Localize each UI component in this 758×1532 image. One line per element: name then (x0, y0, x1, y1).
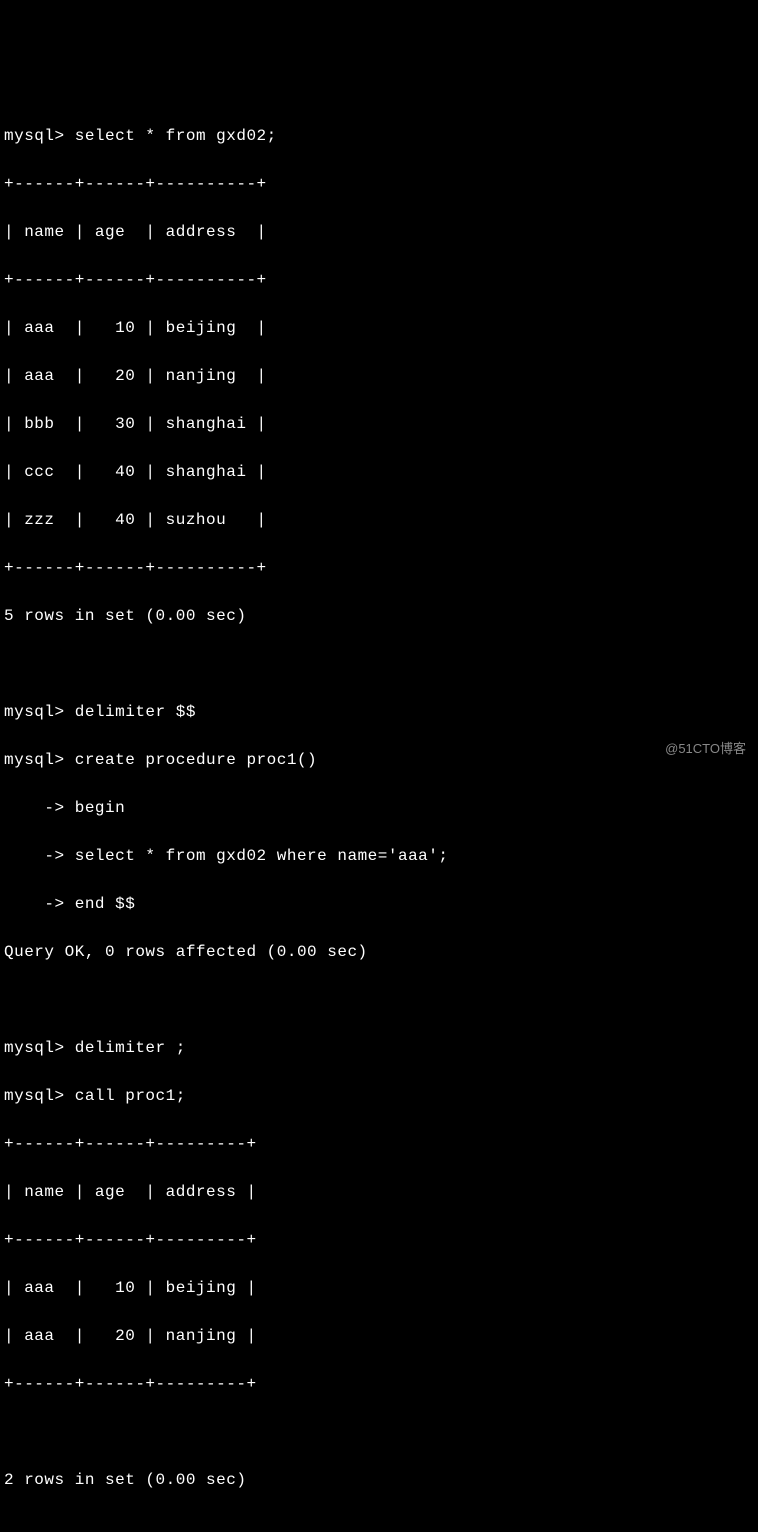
table-header: | name | age | address | (4, 220, 754, 244)
prompt: mysql> (4, 703, 65, 721)
table-border: +------+------+---------+ (4, 1228, 754, 1252)
command-continuation: -> end $$ (4, 892, 754, 916)
sql-command: begin (75, 799, 126, 817)
command-continuation: -> begin (4, 796, 754, 820)
table-header: | name | age | address | (4, 1180, 754, 1204)
table-row: | aaa | 20 | nanjing | (4, 1324, 754, 1348)
mysql-terminal[interactable]: mysql> select * from gxd02; +------+----… (4, 100, 754, 1532)
sql-command: delimiter $$ (75, 703, 196, 721)
blank-line (4, 1516, 754, 1532)
prompt: mysql> (4, 1039, 65, 1057)
command-line: mysql> delimiter ; (4, 1036, 754, 1060)
result-status: Query OK, 0 rows affected (0.00 sec) (4, 940, 754, 964)
sql-command: end $$ (75, 895, 136, 913)
table-border: +------+------+----------+ (4, 172, 754, 196)
blank-line (4, 652, 754, 676)
command-continuation: -> select * from gxd02 where name='aaa'; (4, 844, 754, 868)
table-row: | aaa | 20 | nanjing | (4, 364, 754, 388)
prompt: mysql> (4, 1087, 65, 1105)
watermark-text: @51CTO博客 (665, 739, 746, 759)
command-line: mysql> call proc1; (4, 1084, 754, 1108)
table-row: | aaa | 10 | beijing | (4, 316, 754, 340)
cont-prompt: -> (4, 799, 65, 817)
cont-prompt: -> (4, 847, 65, 865)
table-border: +------+------+----------+ (4, 556, 754, 580)
blank-line (4, 1420, 754, 1444)
table-row: | aaa | 10 | beijing | (4, 1276, 754, 1300)
cont-prompt: -> (4, 895, 65, 913)
command-line: mysql> delimiter $$ (4, 700, 754, 724)
result-status: 2 rows in set (0.00 sec) (4, 1468, 754, 1492)
command-line: mysql> create procedure proc1() (4, 748, 754, 772)
prompt: mysql> (4, 751, 65, 769)
sql-command: create procedure proc1() (75, 751, 317, 769)
sql-command: delimiter ; (75, 1039, 186, 1057)
blank-line (4, 988, 754, 1012)
result-status: 5 rows in set (0.00 sec) (4, 604, 754, 628)
sql-command: select * from gxd02; (75, 127, 277, 145)
table-border: +------+------+---------+ (4, 1132, 754, 1156)
table-border: +------+------+----------+ (4, 268, 754, 292)
table-row: | bbb | 30 | shanghai | (4, 412, 754, 436)
table-row: | ccc | 40 | shanghai | (4, 460, 754, 484)
prompt: mysql> (4, 127, 65, 145)
command-line: mysql> select * from gxd02; (4, 124, 754, 148)
table-row: | zzz | 40 | suzhou | (4, 508, 754, 532)
sql-command: call proc1; (75, 1087, 186, 1105)
table-border: +------+------+---------+ (4, 1372, 754, 1396)
sql-command: select * from gxd02 where name='aaa'; (75, 847, 449, 865)
